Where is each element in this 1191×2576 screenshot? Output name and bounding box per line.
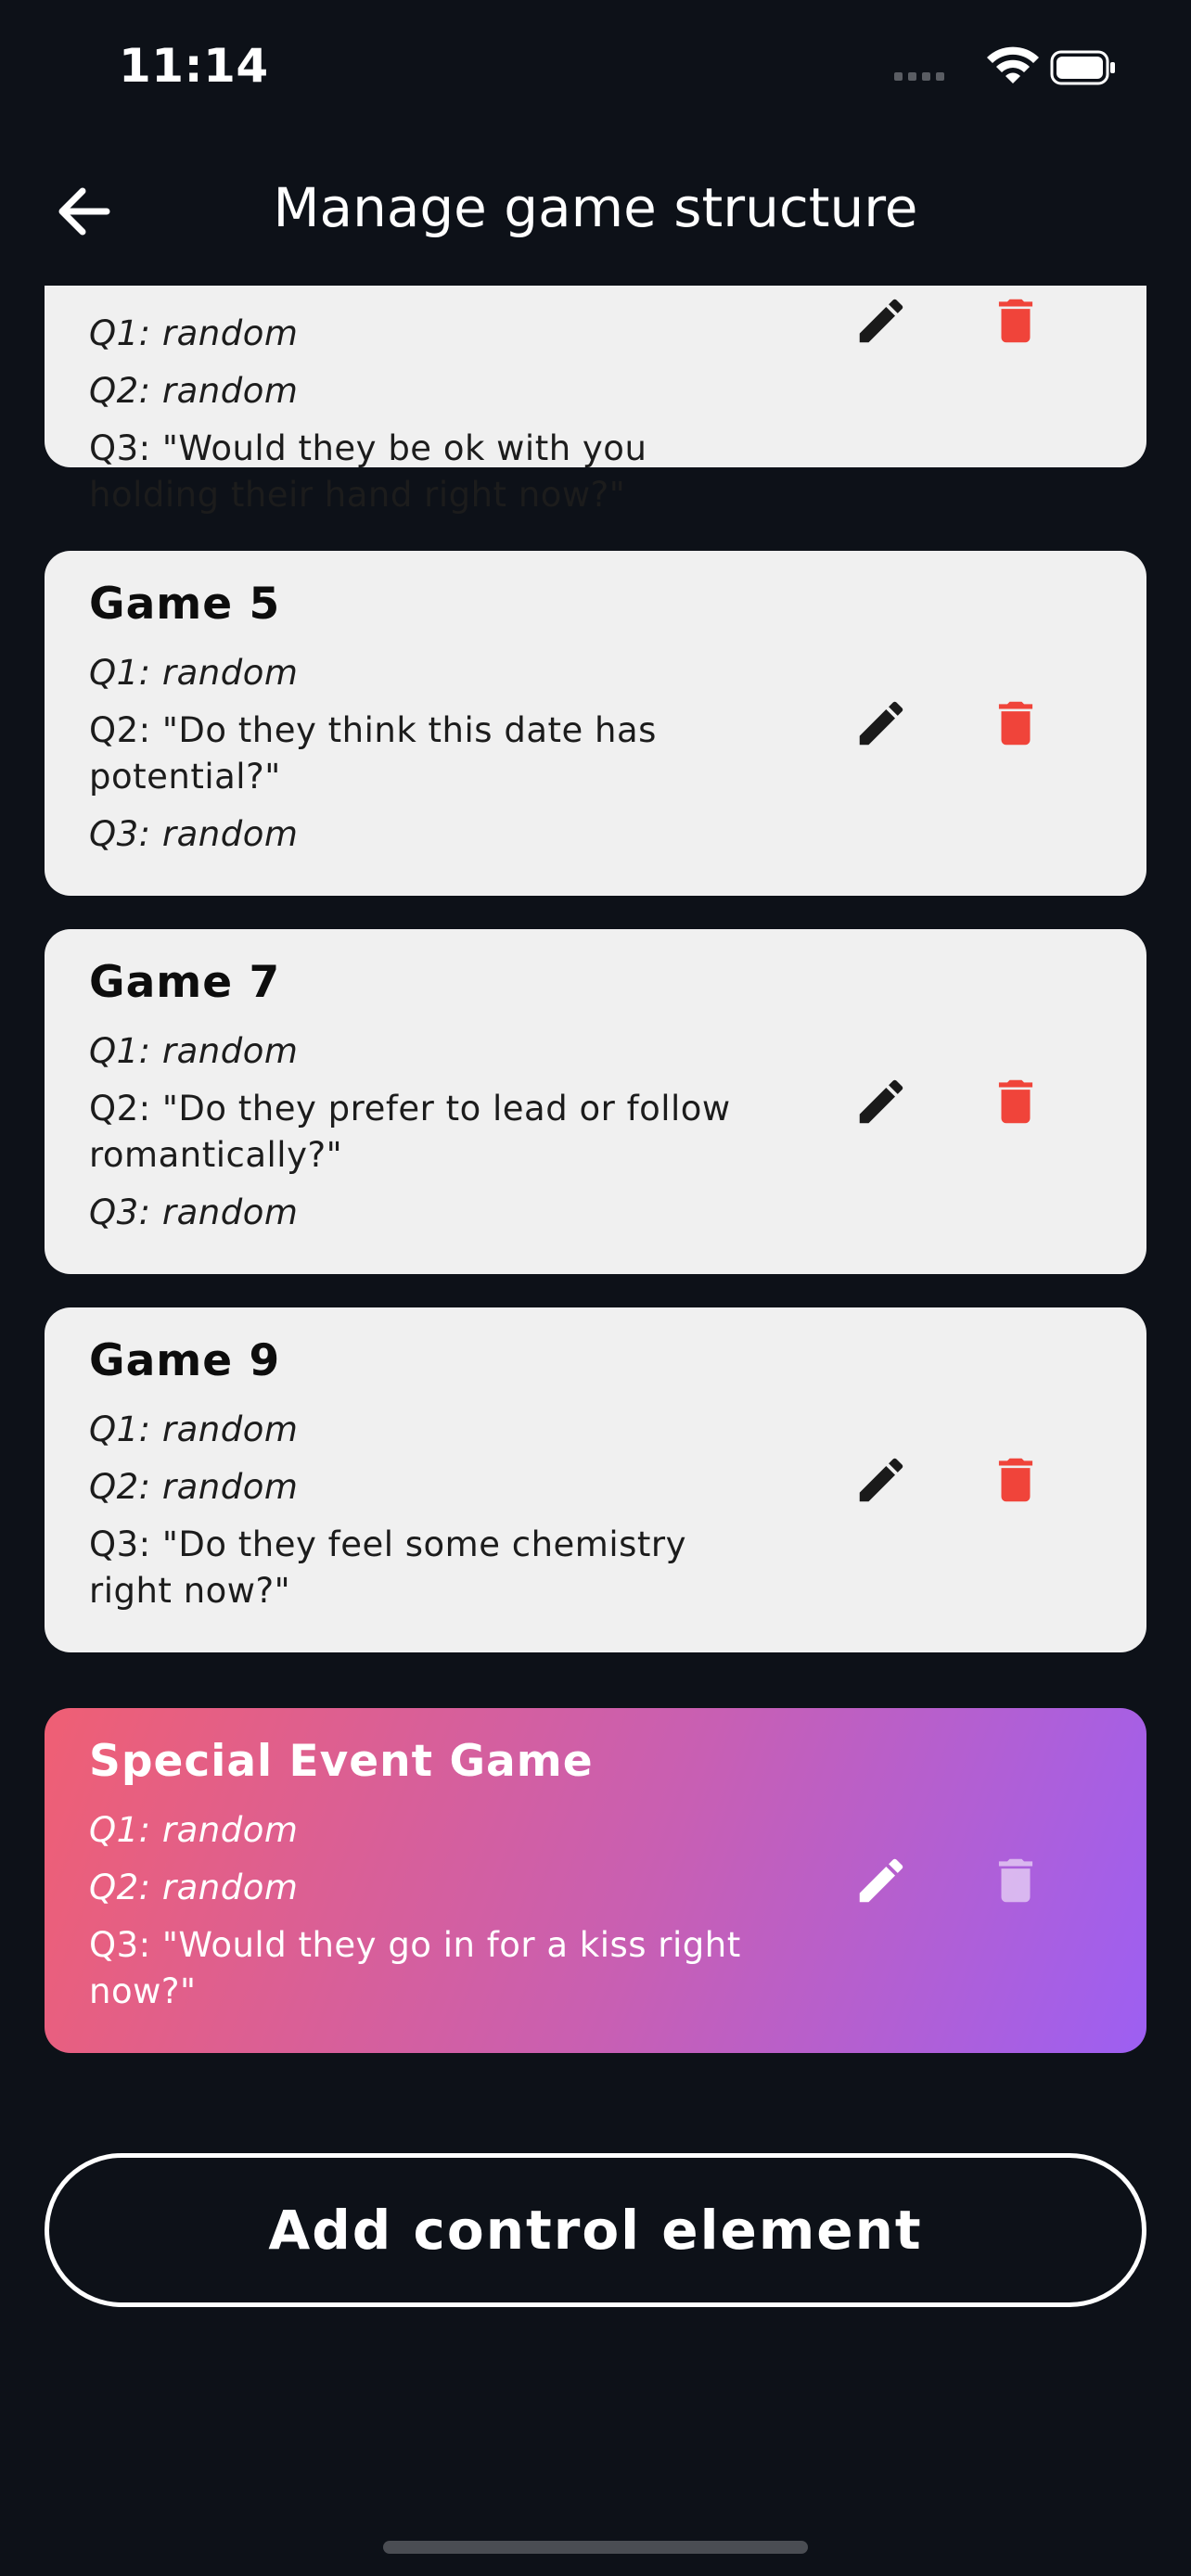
card-actions xyxy=(844,1065,1057,1139)
card-title: Special Event Game xyxy=(89,1736,594,1787)
home-indicator[interactable] xyxy=(383,2541,808,2554)
question-1: Q1: random xyxy=(89,313,299,353)
edit-button[interactable] xyxy=(844,1843,918,1918)
pencil-icon xyxy=(859,1858,903,1903)
game-card-9: Game 9 Q1: random Q2: random Q3: "Do the… xyxy=(45,1307,1146,1652)
question-3: Q3: "Would they be ok with you holding t… xyxy=(89,428,647,515)
game-card-5: Game 5 Q1: random Q2: "Do they think thi… xyxy=(45,551,1146,896)
wifi-icon xyxy=(987,46,1039,83)
trash-icon xyxy=(998,1079,1033,1124)
question-3: Q3: random xyxy=(89,1192,299,1232)
add-control-element-button[interactable]: Add control element xyxy=(45,2153,1146,2307)
question-1: Q1: random xyxy=(89,1031,299,1071)
game-card: Q1: random Q2: random Q3: "Would they be… xyxy=(45,286,1146,515)
trash-icon xyxy=(998,1458,1033,1502)
edit-button[interactable] xyxy=(844,686,918,760)
delete-button[interactable] xyxy=(979,1443,1053,1517)
pencil-icon xyxy=(859,299,903,343)
question-3: Q3: "Do they feel some chemistry right n… xyxy=(89,1524,687,1611)
card-title: Game 9 xyxy=(89,1335,281,1386)
card-actions xyxy=(844,1843,1057,1918)
game-list[interactable]: Q1: random Q2: random Q3: "Would they be… xyxy=(0,286,1191,2140)
special-event-card: Special Event Game Q1: random Q2: random… xyxy=(45,1708,1146,2053)
status-time: 11:14 xyxy=(119,39,269,93)
question-3: Q3: random xyxy=(89,814,299,854)
trash-icon xyxy=(998,1858,1033,1903)
edit-button[interactable] xyxy=(844,1443,918,1517)
question-2: Q2: random xyxy=(89,371,299,411)
question-2: Q2: random xyxy=(89,1868,299,1907)
signal-icon xyxy=(894,72,944,81)
edit-button[interactable] xyxy=(844,1065,918,1139)
page-title: Manage game structure xyxy=(273,176,918,239)
status-icons xyxy=(894,46,1117,89)
question-1: Q1: random xyxy=(89,1409,299,1449)
card-actions xyxy=(844,286,1057,358)
question-2: Q2: "Do they prefer to lead or follow ro… xyxy=(89,1089,731,1175)
trash-icon xyxy=(998,701,1033,746)
battery-icon xyxy=(1050,50,1115,85)
delete-button[interactable] xyxy=(979,286,1053,358)
card-title: Game 7 xyxy=(89,957,281,1008)
question-1: Q1: random xyxy=(89,1810,299,1850)
delete-button[interactable] xyxy=(979,1065,1053,1139)
edit-button[interactable] xyxy=(844,286,918,358)
card-actions xyxy=(844,686,1057,760)
question-3: Q3: "Would they go in for a kiss right n… xyxy=(89,1925,741,2011)
delete-button-disabled xyxy=(979,1843,1053,1918)
question-2: Q2: "Do they think this date has potenti… xyxy=(89,710,657,797)
card-actions xyxy=(844,1443,1057,1517)
trash-icon xyxy=(998,299,1033,343)
delete-button[interactable] xyxy=(979,686,1053,760)
card-title: Game 5 xyxy=(89,579,281,630)
pencil-icon xyxy=(859,701,903,746)
screen: 11:14 Manage game structure Q1: random Q… xyxy=(0,0,1191,2576)
pencil-icon xyxy=(859,1458,903,1502)
game-card-7: Game 7 Q1: random Q2: "Do they prefer to… xyxy=(45,929,1146,1274)
question-2: Q2: random xyxy=(89,1467,299,1507)
question-1: Q1: random xyxy=(89,653,299,693)
pencil-icon xyxy=(859,1079,903,1124)
